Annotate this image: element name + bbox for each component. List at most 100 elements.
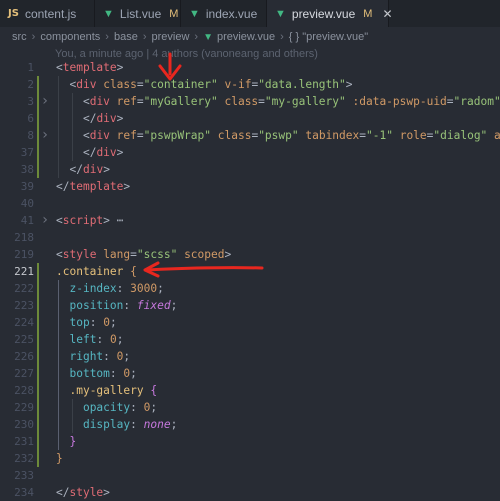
code-line[interactable]: 232} — [0, 450, 500, 467]
code-line[interactable]: 222 z-index: 3000; — [0, 280, 500, 297]
tab-label: List.vue — [119, 6, 162, 21]
code-line[interactable]: 226 right: 0; — [0, 348, 500, 365]
breadcrumb-item[interactable]: components — [40, 31, 100, 43]
fold-collapsed-icon[interactable]: › — [38, 127, 52, 144]
git-change-indicator — [37, 416, 39, 433]
tab-label: preview.vue — [291, 6, 356, 21]
line-number: 6 — [27, 112, 34, 125]
fold-collapsed-icon[interactable]: › — [38, 212, 52, 229]
code-line[interactable]: 227 bottom: 0; — [0, 365, 500, 382]
tab-content-js[interactable]: JS content.js — [0, 0, 95, 27]
code-text: bottom: 0; — [69, 367, 137, 380]
modified-indicator: M — [363, 7, 373, 20]
code-line[interactable]: 223 position: fixed; — [0, 297, 500, 314]
vue-file-icon: ▼ — [203, 31, 213, 43]
code-text: } — [69, 435, 77, 448]
code-line[interactable]: 37 </div> — [0, 144, 500, 161]
line-number: 222 — [14, 282, 34, 295]
vue-file-icon: ▼ — [103, 7, 114, 20]
breadcrumb-item[interactable]: base — [114, 31, 138, 43]
code-line[interactable]: 6 </div> — [0, 110, 500, 127]
code-line[interactable]: 231 } — [0, 433, 500, 450]
breadcrumb-item[interactable]: preview — [151, 31, 189, 43]
code-line[interactable]: 218 — [0, 229, 500, 246]
indent-guide — [71, 93, 73, 161]
chevron-right-icon: › — [280, 31, 284, 43]
code-text: position: fixed; — [69, 299, 178, 312]
vue-file-icon: ▼ — [275, 7, 286, 20]
code-line[interactable]: 39 </template> — [0, 178, 500, 195]
vue-file-icon: ▼ — [189, 7, 200, 20]
code-text: </template> — [56, 180, 131, 193]
code-line[interactable]: 228 .my-gallery { — [0, 382, 500, 399]
code-text: </div> — [82, 112, 124, 125]
breadcrumb: src › components › base › preview › ▼ pr… — [0, 27, 500, 47]
line-number: 232 — [14, 452, 34, 465]
breadcrumb-item[interactable]: { } "preview.vue" — [289, 31, 368, 43]
line-number: 219 — [14, 248, 34, 261]
git-change-indicator — [37, 331, 39, 348]
line-number: 229 — [14, 401, 34, 414]
code-text: </div> — [69, 163, 110, 176]
code-text: </div> — [82, 146, 124, 159]
tab-label: content.js — [24, 6, 77, 21]
git-change-indicator — [37, 76, 39, 93]
git-change-indicator — [37, 365, 39, 382]
breadcrumb-item[interactable]: preview.vue — [217, 31, 275, 43]
code-line[interactable]: 233 — [0, 467, 500, 484]
git-change-indicator — [37, 280, 39, 297]
line-number: 227 — [14, 367, 34, 380]
line-number: 230 — [14, 418, 34, 431]
line-number: 234 — [14, 486, 34, 499]
indent-guide — [58, 76, 59, 178]
chevron-right-icon: › — [31, 31, 36, 43]
line-number: 224 — [14, 316, 34, 329]
red-arrow-down-icon — [158, 52, 182, 81]
code-line[interactable]: 229 opacity: 0; — [0, 399, 500, 416]
tab-index-vue[interactable]: ▼ index.vue — [181, 0, 267, 27]
chevron-right-icon: › — [105, 31, 109, 43]
line-number: 41 — [20, 214, 34, 227]
git-change-indicator — [37, 110, 39, 127]
line-number: 39 — [20, 180, 34, 193]
code-line[interactable]: 38 </div> — [0, 161, 500, 178]
line-number: 37 — [20, 146, 34, 159]
git-change-indicator — [37, 161, 39, 178]
tab-preview-vue[interactable]: ▼ preview.vue M ✕ — [267, 0, 393, 27]
code-text: </style> — [56, 486, 110, 499]
code-line[interactable]: 234 </style> — [0, 484, 500, 501]
line-number: 226 — [14, 350, 34, 363]
code-line[interactable]: 2 <div class="container" v-if="data.leng… — [0, 76, 500, 93]
line-number: 2 — [27, 78, 34, 91]
code-text: left: 0; — [69, 333, 124, 346]
line-number: 228 — [14, 384, 34, 397]
code-line[interactable]: 40 — [0, 195, 500, 212]
chevron-right-icon: › — [142, 31, 147, 43]
line-number: 218 — [14, 231, 34, 244]
code-line[interactable]: 230 display: none; — [0, 416, 500, 433]
indent-guide — [58, 280, 59, 450]
code-text: } — [56, 452, 63, 465]
code-text: .container { — [56, 265, 137, 278]
git-change-indicator — [37, 348, 39, 365]
git-change-indicator — [37, 399, 39, 416]
code-text: <div ref="myGallery" class="my-gallery" … — [82, 95, 500, 108]
code-line[interactable]: 224 top: 0; — [0, 314, 500, 331]
code-line[interactable]: 41 › <script> ⋯ — [0, 212, 500, 229]
tab-list-vue[interactable]: ▼ List.vue M — [95, 0, 181, 27]
git-change-indicator — [37, 314, 39, 331]
code-text: z-index: 3000; — [69, 282, 164, 295]
code-line[interactable]: 225 left: 0; — [0, 331, 500, 348]
red-arrow-left-icon — [143, 261, 264, 278]
fold-collapsed-icon[interactable]: › — [38, 93, 52, 110]
close-icon[interactable]: ✕ — [382, 7, 392, 21]
line-number: 1 — [27, 61, 34, 74]
code-text: top: 0; — [69, 316, 117, 329]
code-line[interactable]: 1 <template> — [0, 59, 500, 76]
code-text: <div ref="pswpWrap" class="pswp" tabinde… — [82, 129, 500, 142]
breadcrumb-item[interactable]: src — [12, 31, 27, 43]
code-line[interactable]: 8 › <div ref="pswpWrap" class="pswp" tabi… — [0, 127, 500, 144]
code-text: <template> — [56, 61, 124, 74]
code-line[interactable]: 3 › <div ref="myGallery" class="my-galler… — [0, 93, 500, 110]
modified-indicator: M — [169, 7, 179, 20]
